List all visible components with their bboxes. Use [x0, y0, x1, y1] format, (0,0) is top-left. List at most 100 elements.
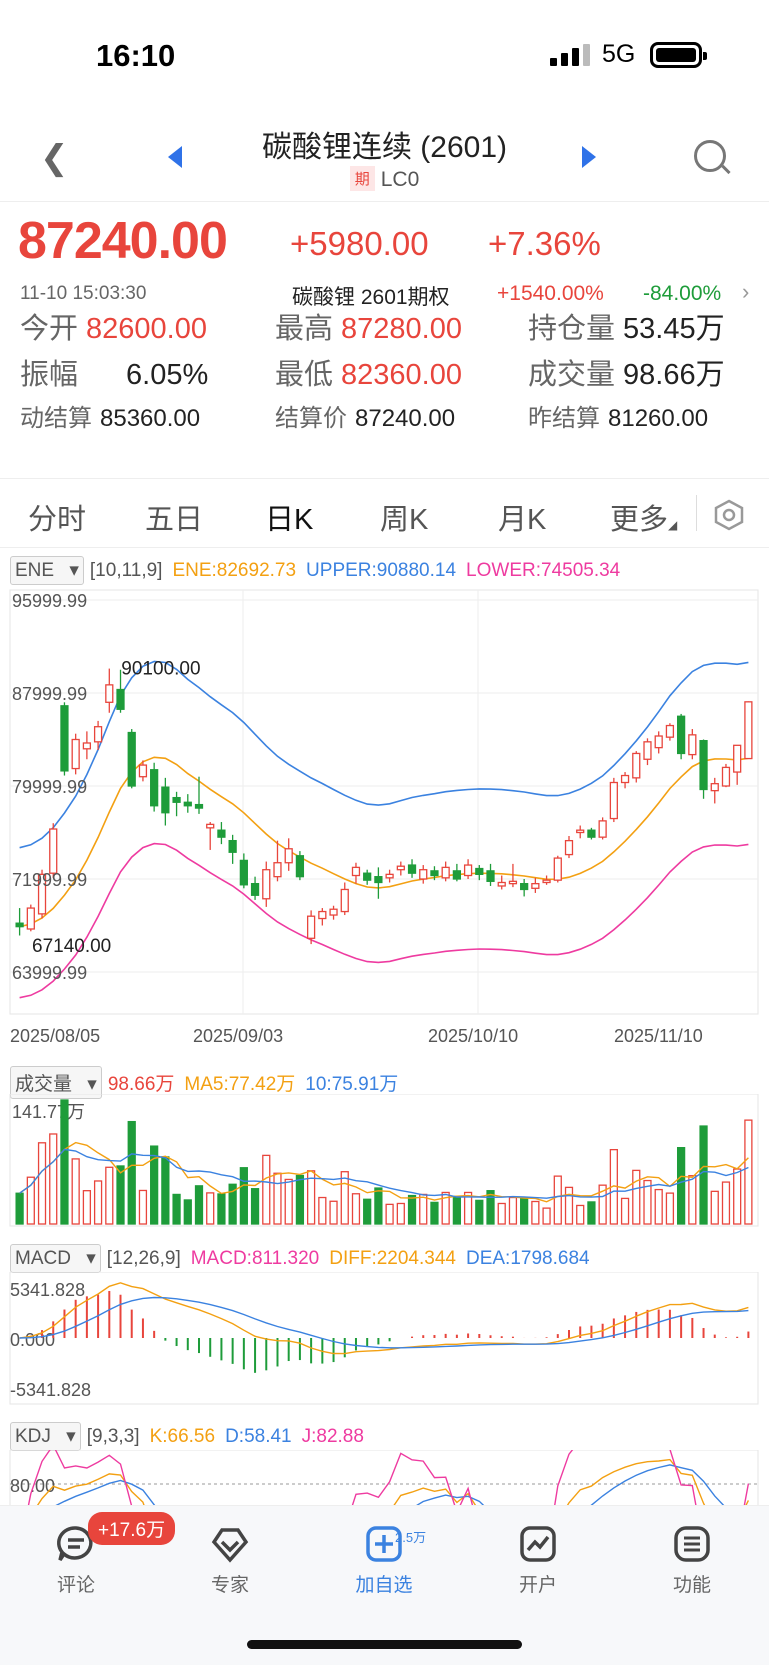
- candle: [150, 769, 159, 807]
- ene-header: ENE ▾ [10,11,9] ENE:82692.73 UPPER:90880.14…: [10, 556, 630, 585]
- price-change: +5980.00: [290, 225, 429, 262]
- candle: [576, 829, 585, 834]
- volume-bar: [374, 1187, 383, 1225]
- volume-bar: [138, 1189, 148, 1225]
- volume-bar: [721, 1181, 731, 1225]
- settings-icon[interactable]: [714, 499, 744, 531]
- volume-bar: [564, 1186, 574, 1225]
- stat-open-interest: 持仓量 53.45万: [528, 313, 725, 345]
- candle: [82, 742, 92, 750]
- candle: [643, 741, 652, 760]
- search-icon[interactable]: [694, 140, 726, 172]
- volume-bar: [688, 1175, 697, 1225]
- macd-chart[interactable]: 5341.828 0.000 -5341.828: [0, 1272, 769, 1406]
- kline-chart[interactable]: 95999.99 87999.99 79999.99 71999.99 63999.99…: [0, 588, 769, 1068]
- ene-selector[interactable]: ENE ▾: [10, 556, 84, 585]
- volume-bar: [676, 1147, 686, 1225]
- kdj-selector[interactable]: KDJ ▾: [10, 1422, 81, 1451]
- candle: [351, 866, 361, 877]
- candle: [475, 867, 484, 875]
- volume-bar: [396, 1202, 405, 1225]
- candle: [284, 848, 293, 864]
- candle: [161, 786, 170, 814]
- tab-daily-k[interactable]: 日K: [265, 496, 313, 538]
- tab-monthly-k[interactable]: 月K: [498, 496, 546, 538]
- candle: [497, 881, 506, 887]
- home-indicator: [247, 1640, 522, 1649]
- lower-band-line: [19, 842, 749, 999]
- candle: [194, 803, 204, 809]
- candle: [15, 922, 24, 928]
- volume-bar: [49, 1133, 58, 1225]
- watchlist-count-badge: 2.5万: [395, 1530, 427, 1545]
- volume-bar: [127, 1120, 136, 1225]
- candle: [385, 873, 394, 879]
- option-down-pct: -84.00%: [643, 282, 722, 305]
- volume-bar: [116, 1165, 125, 1225]
- volume-bar: [363, 1198, 372, 1225]
- chart-up-icon: [520, 1526, 556, 1562]
- chart-frame: [9, 589, 759, 1015]
- dropdown-icon: ◢: [668, 518, 678, 532]
- tab-intraday[interactable]: 分时: [28, 496, 86, 538]
- candle: [306, 915, 316, 939]
- candle: [172, 796, 181, 803]
- tab-five-day[interactable]: 五日: [145, 496, 203, 538]
- tab-more[interactable]: 更多◢: [610, 496, 677, 538]
- candle: [721, 766, 731, 787]
- nav-functions[interactable]: 功能: [642, 1524, 742, 1597]
- candle: [239, 859, 248, 886]
- candle: [138, 764, 148, 778]
- volume-bar: [733, 1168, 742, 1225]
- nav-expert[interactable]: 专家: [180, 1524, 280, 1597]
- kdj-d-line: [53, 1464, 726, 1506]
- volume-chart[interactable]: 141.77万: [0, 1094, 769, 1228]
- macd-selector[interactable]: MACD ▾: [10, 1244, 101, 1273]
- volume-bar: [654, 1188, 663, 1225]
- candle: [217, 829, 226, 838]
- battery-icon: [650, 42, 707, 68]
- candle: [553, 857, 562, 881]
- stat-low: 最低 82360.00: [275, 359, 462, 391]
- y-axis-label: 87999.99: [12, 684, 87, 704]
- next-contract-icon[interactable]: [580, 146, 596, 168]
- candle: [710, 783, 719, 792]
- stat-high: 最高 87280.00: [275, 313, 462, 345]
- kdj-chart[interactable]: 80.00: [0, 1450, 769, 1506]
- comment-count-badge: +17.6万: [88, 1512, 176, 1545]
- max-price-label: 90100.00: [121, 659, 200, 680]
- period-tabs: 分时 五日 日K 周K 月K 更多◢: [0, 478, 769, 548]
- candle: [486, 870, 495, 882]
- candle: [340, 888, 349, 913]
- stat-dynamic-settle: 动结算 85360.00: [20, 405, 201, 432]
- volume-bar: [632, 1169, 641, 1225]
- volume-bar: [273, 1172, 282, 1225]
- volume-bar: [419, 1193, 428, 1225]
- tab-weekly-k[interactable]: 周K: [380, 496, 428, 538]
- status-bar: 16:10 5G: [0, 0, 769, 110]
- stat-settle: 结算价 87240.00: [275, 405, 456, 432]
- macd-diff-line: [19, 1282, 749, 1355]
- diamond-icon: [211, 1528, 249, 1563]
- nav-open-account[interactable]: 开户: [488, 1524, 588, 1597]
- candle: [273, 862, 282, 878]
- volume-bar: [262, 1154, 271, 1225]
- network-type: 5G: [602, 40, 636, 68]
- volume-bar: [430, 1201, 439, 1225]
- chevron-right-icon[interactable]: ›: [742, 279, 749, 305]
- candle: [632, 752, 641, 779]
- volume-bar: [576, 1204, 585, 1225]
- y-axis-label: 79999.99: [12, 777, 87, 797]
- candle: [127, 731, 136, 787]
- nav-header: ❮ 碳酸锂连续 (2601) 期 LC0: [0, 110, 769, 202]
- volume-bar: [340, 1171, 349, 1225]
- candle: [116, 688, 125, 710]
- volume-bar: [161, 1156, 170, 1225]
- stat-volume: 成交量 98.66万: [528, 359, 725, 391]
- volume-bar: [665, 1192, 675, 1225]
- candle: [71, 738, 80, 770]
- candle: [609, 781, 618, 820]
- option-up-pct: +1540.00%: [497, 282, 604, 305]
- x-axis-label: 2025/09/03: [193, 1026, 283, 1046]
- volume-bar: [206, 1192, 215, 1225]
